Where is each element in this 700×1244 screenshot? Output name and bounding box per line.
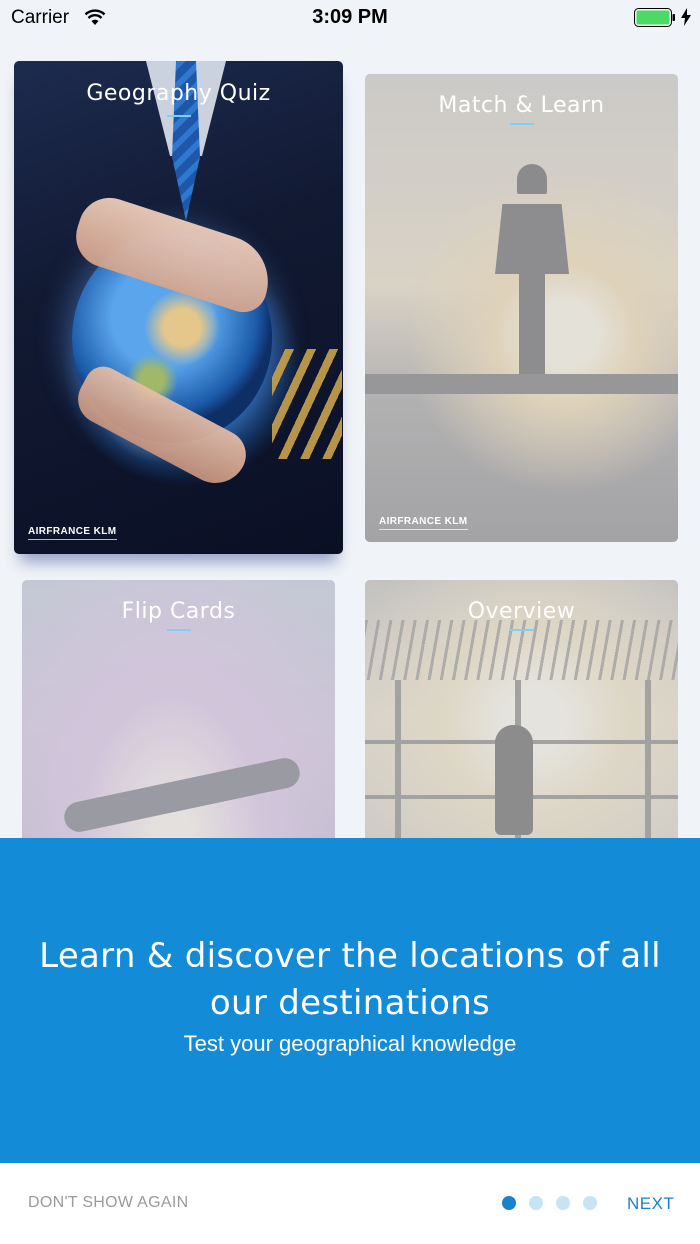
card-overview[interactable]: Overview [365,580,678,880]
onboarding-panel: Learn & discover the locations of all ou… [0,838,700,1163]
onboarding-footer: DON'T SHOW AGAIN NEXT [0,1163,700,1244]
title-underline [509,629,534,631]
title-underline [509,123,534,125]
charging-bolt-icon [681,8,691,30]
title-underline [166,115,191,117]
dont-show-again-button[interactable]: DON'T SHOW AGAIN [28,1194,188,1212]
card-title: Match & Learn [438,93,605,118]
panel-title: Learn & discover the locations of all ou… [39,936,661,1023]
page-dot-1[interactable] [502,1196,516,1210]
next-button[interactable]: NEXT [627,1194,674,1214]
card-title: Geography Quiz [86,81,271,106]
page-dot-2[interactable] [529,1196,543,1210]
card-geography-quiz[interactable]: Geography Quiz AIRFRANCE KLM [14,61,343,554]
status-bar: Carrier 3:09 PM [0,0,700,36]
card-match-and-learn[interactable]: Match & Learn AIRFRANCE KLM [365,74,678,542]
panel-subtitle: Test your geographical knowledge [183,1031,517,1056]
battery-icon [634,8,676,27]
card-flip-cards[interactable]: Flip Cards [22,580,335,880]
card-title: Flip Cards [121,599,236,624]
title-underline [166,629,191,631]
clock: 3:09 PM [312,6,388,28]
page-dot-4[interactable] [583,1196,597,1210]
brand-logo: AIRFRANCE KLM [28,526,117,540]
brand-logo: AIRFRANCE KLM [379,516,468,530]
page-dot-3[interactable] [556,1196,570,1210]
card-title: Overview [467,599,576,624]
